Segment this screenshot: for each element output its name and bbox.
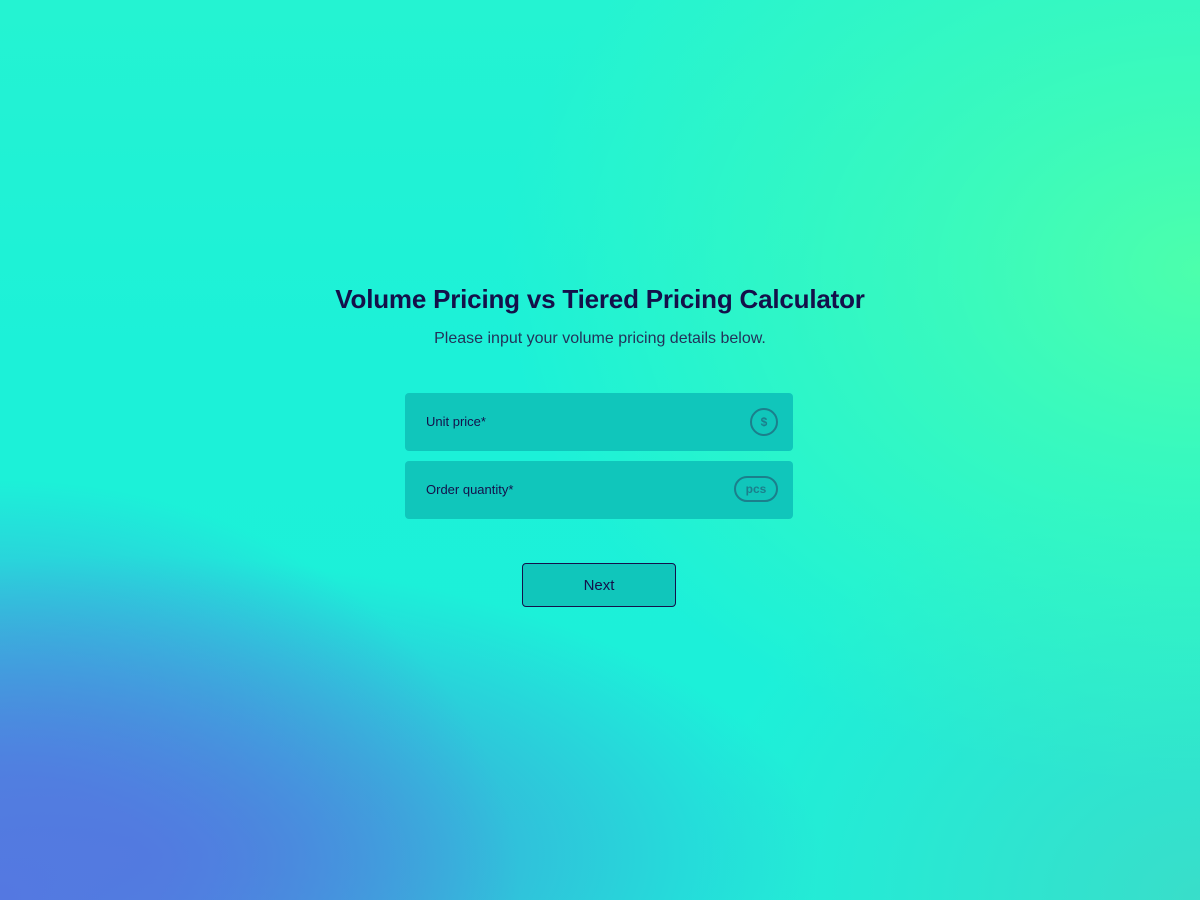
next-button[interactable]: Next xyxy=(522,563,676,607)
page-subtitle: Please input your volume pricing details… xyxy=(434,330,766,347)
pcs-unit-badge: pcs xyxy=(734,476,778,502)
calculator-page: Volume Pricing vs Tiered Pricing Calcula… xyxy=(0,0,1200,900)
unit-price-label: Unit price* xyxy=(426,414,486,429)
unit-price-field[interactable]: Unit price* $ xyxy=(405,393,793,451)
page-title: Volume Pricing vs Tiered Pricing Calcula… xyxy=(335,284,865,314)
order-quantity-field[interactable]: Order quantity* pcs xyxy=(405,461,793,519)
order-quantity-label: Order quantity* xyxy=(426,482,514,497)
dollar-icon: $ xyxy=(750,408,778,436)
